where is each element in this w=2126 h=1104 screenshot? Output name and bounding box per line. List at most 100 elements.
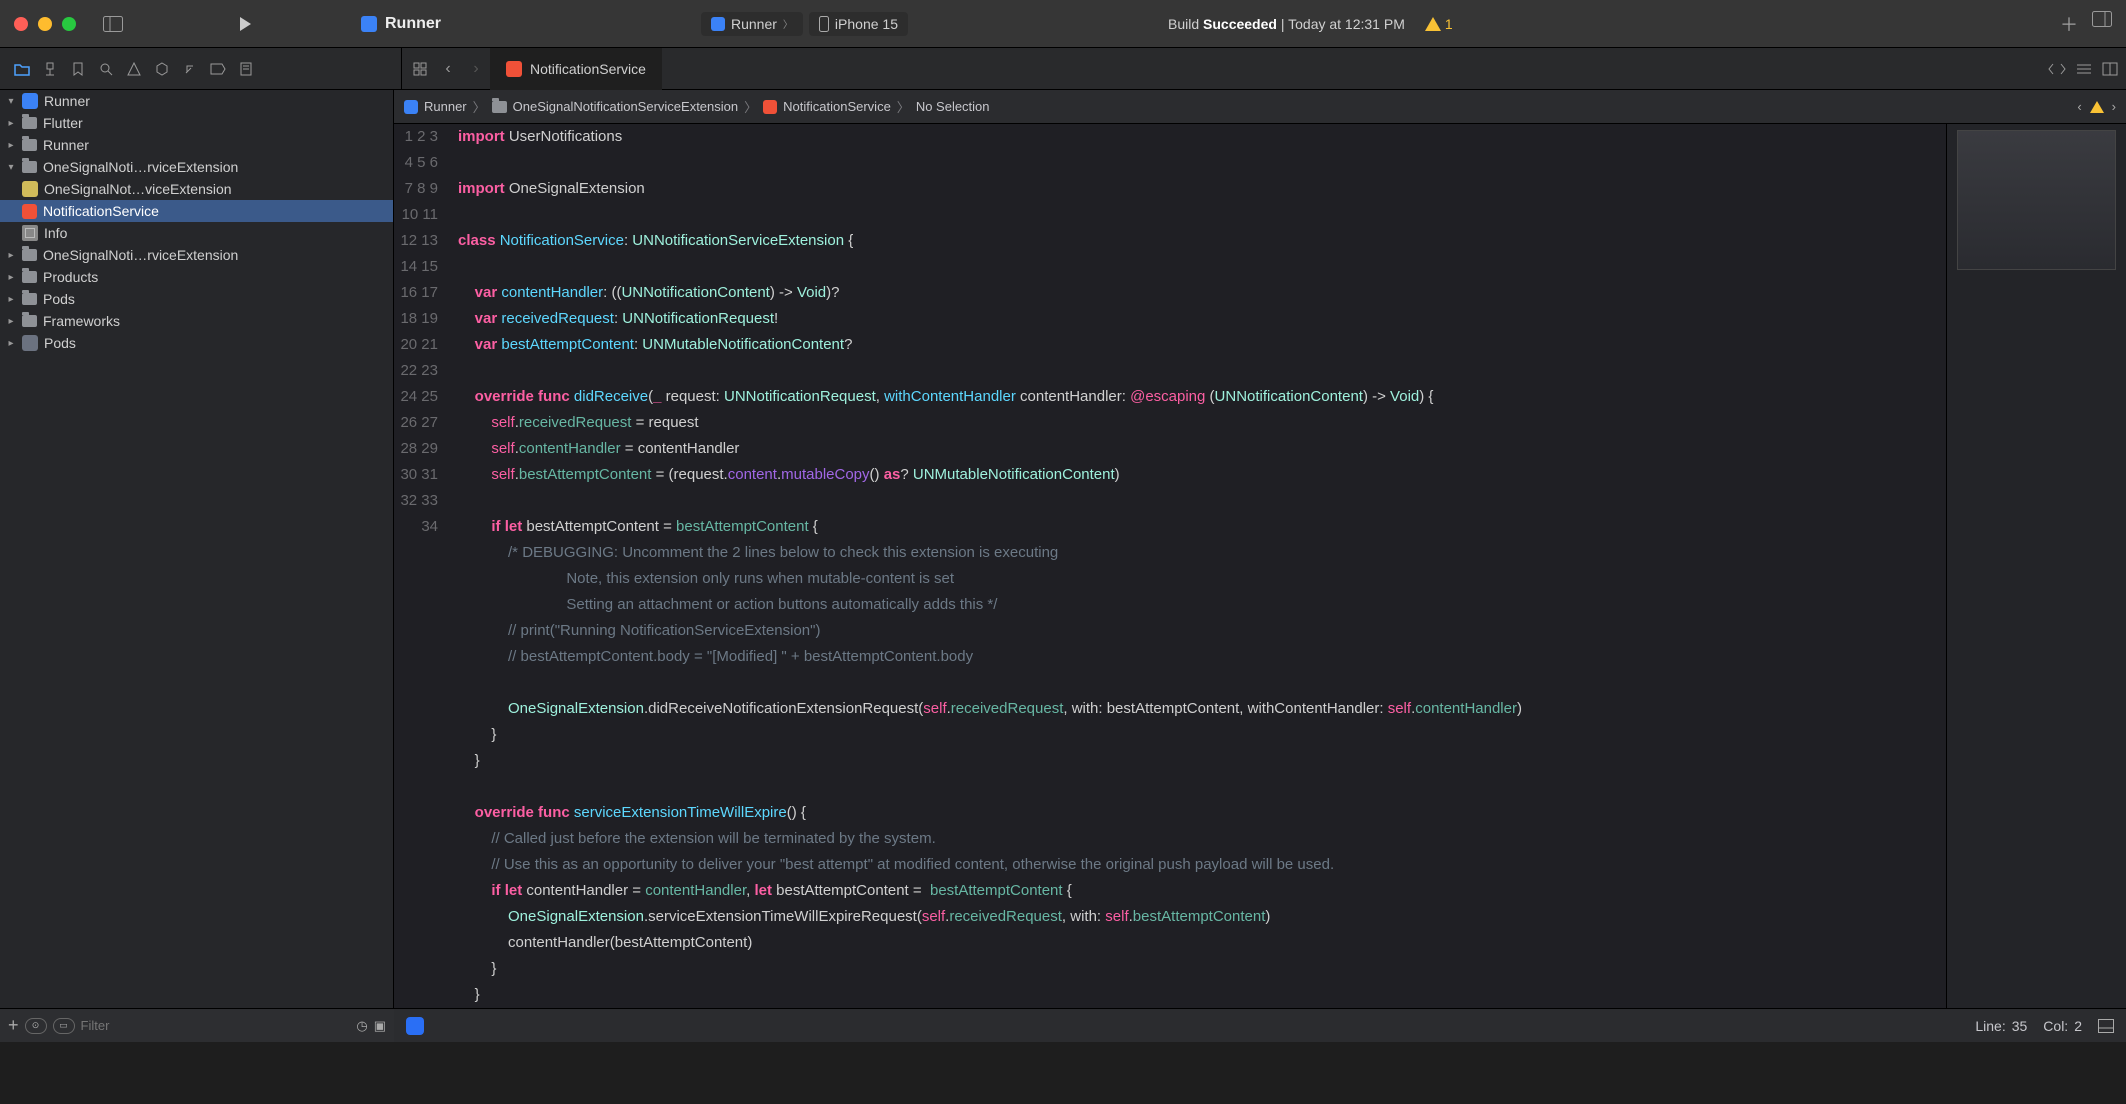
nav-item[interactable]: ▸ OneSignalNoti…rviceExtension	[0, 244, 393, 266]
toggle-left-sidebar-icon[interactable]	[102, 13, 124, 35]
project-navigator-tab[interactable]	[8, 55, 36, 83]
build-status-text: Succeeded	[1203, 16, 1277, 32]
related-items-button[interactable]	[406, 55, 434, 83]
folder-icon	[22, 271, 37, 283]
folder-icon	[22, 293, 37, 305]
toggle-right-sidebar-icon[interactable]	[2092, 11, 2112, 37]
warning-triangle-icon[interactable]	[2090, 101, 2104, 113]
jumpbar-symbol[interactable]: No Selection	[916, 99, 990, 114]
nav-forward-button[interactable]: ›	[462, 55, 490, 83]
nav-item[interactable]: ▸Frameworks	[0, 310, 393, 332]
disclosure-triangle-icon[interactable]: ▾	[6, 162, 16, 173]
disclosure-triangle-icon[interactable]: ▾	[6, 96, 16, 107]
source-control-navigator-tab[interactable]	[36, 55, 64, 83]
folder-icon	[492, 101, 507, 113]
nav-item-label: Runner	[43, 137, 89, 153]
add-editor-icon[interactable]	[2102, 62, 2118, 76]
nav-item[interactable]: ▸ Products	[0, 266, 393, 288]
disclosure-triangle-icon[interactable]: ▸	[6, 294, 16, 305]
extension-icon	[22, 181, 38, 197]
nav-root-pods[interactable]: ▸ Pods	[0, 332, 393, 354]
swift-icon	[22, 204, 37, 219]
scheme-selector[interactable]: Runner 〉	[701, 12, 803, 36]
nav-back-button[interactable]: ‹	[434, 55, 462, 83]
debug-navigator-tab[interactable]	[176, 55, 204, 83]
folder-icon	[22, 139, 37, 151]
minimap[interactable]	[1946, 124, 2126, 1008]
jump-bar[interactable]: Runner 〉 OneSignalNotificationServiceExt…	[394, 90, 2126, 124]
close-window-button[interactable]	[14, 17, 28, 31]
nav-item[interactable]: ▸ Flutter	[0, 112, 393, 134]
toggle-debug-area-icon[interactable]	[2098, 1019, 2114, 1033]
xcodeproj-icon	[404, 100, 418, 114]
test-navigator-tab[interactable]	[148, 55, 176, 83]
disclosure-triangle-icon[interactable]: ▸	[6, 118, 16, 129]
chevron-right-icon: 〉	[897, 97, 910, 116]
device-selector[interactable]: iPhone 15	[809, 12, 908, 36]
nav-item-label: Info	[44, 225, 67, 241]
cursor-col-value: 2	[2074, 1018, 2082, 1034]
nav-item-label: Pods	[43, 291, 75, 307]
jumpbar-project[interactable]: Runner	[424, 99, 467, 114]
run-button[interactable]	[240, 17, 251, 31]
nav-item-label: Flutter	[43, 115, 83, 131]
source-editor[interactable]: 1 2 3 4 5 6 7 8 9 10 11 12 13 14 15 16 1…	[394, 124, 1946, 1008]
breakpoint-navigator-tab[interactable]	[204, 55, 232, 83]
bookmarks-navigator-tab[interactable]	[64, 55, 92, 83]
nav-item-label: Pods	[44, 335, 76, 351]
clock-icon[interactable]: ◷	[356, 1018, 367, 1034]
nav-item-label: OneSignalNoti…rviceExtension	[43, 247, 238, 263]
nav-item[interactable]: ▾ OneSignalNoti…rviceExtension	[0, 156, 393, 178]
scope-icon[interactable]: ▣	[374, 1018, 386, 1034]
nav-item[interactable]: ▸Info	[0, 222, 393, 244]
warning-indicator[interactable]: 1	[1425, 16, 1453, 32]
nav-item[interactable]: ▸ Runner	[0, 134, 393, 156]
nav-item-label: OneSignalNoti…rviceExtension	[43, 159, 238, 175]
nav-item-label: Products	[43, 269, 98, 285]
swift-icon	[763, 100, 777, 114]
disclosure-triangle-icon[interactable]: ▸	[6, 250, 16, 261]
jumpbar-group[interactable]: OneSignalNotificationServiceExtension	[513, 99, 738, 114]
project-navigator[interactable]: ▾ Runner ▸ Flutter ▸ Runner ▾ OneSignalNoti…r…	[0, 90, 394, 1008]
swift-icon	[506, 61, 522, 77]
scm-filter-toggle[interactable]: ▭	[53, 1018, 75, 1034]
navigator-filter-input[interactable]	[81, 1018, 351, 1033]
scheme-name: Runner	[731, 16, 777, 32]
enable-code-review-icon[interactable]	[2048, 62, 2066, 76]
issue-navigator-tab[interactable]	[120, 55, 148, 83]
issue-nav-next-icon[interactable]: ›	[2112, 99, 2116, 114]
disclosure-triangle-icon[interactable]: ▸	[6, 338, 16, 349]
folder-icon	[22, 161, 37, 173]
folder-icon	[22, 117, 37, 129]
recent-filter-toggle[interactable]: ⊙	[25, 1018, 47, 1034]
issue-nav-prev-icon[interactable]: ‹	[2077, 99, 2081, 114]
navigator-selector-row: ‹ › NotificationService	[0, 48, 2126, 90]
device-name: iPhone 15	[835, 16, 898, 32]
disclosure-triangle-icon[interactable]: ▸	[6, 140, 16, 151]
report-navigator-tab[interactable]	[232, 55, 260, 83]
jumpbar-file[interactable]: NotificationService	[783, 99, 891, 114]
line-gutter[interactable]: 1 2 3 4 5 6 7 8 9 10 11 12 13 14 15 16 1…	[394, 124, 450, 1008]
minimap-viewport[interactable]	[1957, 130, 2116, 270]
disclosure-triangle-icon[interactable]: ▸	[6, 316, 16, 327]
nav-item[interactable]: ▸OneSignalNot…viceExtension	[0, 178, 393, 200]
nav-root-runner[interactable]: ▾ Runner	[0, 90, 393, 112]
nav-item[interactable]: ▸NotificationService	[0, 200, 393, 222]
app-icon	[711, 17, 725, 31]
iphone-icon	[819, 16, 829, 32]
breakpoint-toggle-button[interactable]	[406, 1017, 424, 1035]
add-files-button[interactable]: +	[8, 1015, 19, 1036]
adjust-editor-options-icon[interactable]	[2076, 62, 2092, 76]
editor-tab[interactable]: NotificationService	[490, 48, 662, 90]
add-button[interactable]: ＋	[2060, 11, 2078, 37]
editor-tab-label: NotificationService	[530, 61, 646, 77]
build-status: Build Succeeded | Today at 12:31 PM	[1168, 16, 1405, 32]
find-navigator-tab[interactable]	[92, 55, 120, 83]
nav-item[interactable]: ▸ Pods	[0, 288, 393, 310]
zoom-window-button[interactable]	[62, 17, 76, 31]
source-text[interactable]: import UserNotifications import OneSigna…	[450, 124, 1946, 1008]
minimize-window-button[interactable]	[38, 17, 52, 31]
disclosure-triangle-icon[interactable]: ▸	[6, 272, 16, 283]
editor-status-bar: Line: 35 Col: 2	[394, 1008, 2126, 1042]
cursor-line-value: 35	[2012, 1018, 2028, 1034]
